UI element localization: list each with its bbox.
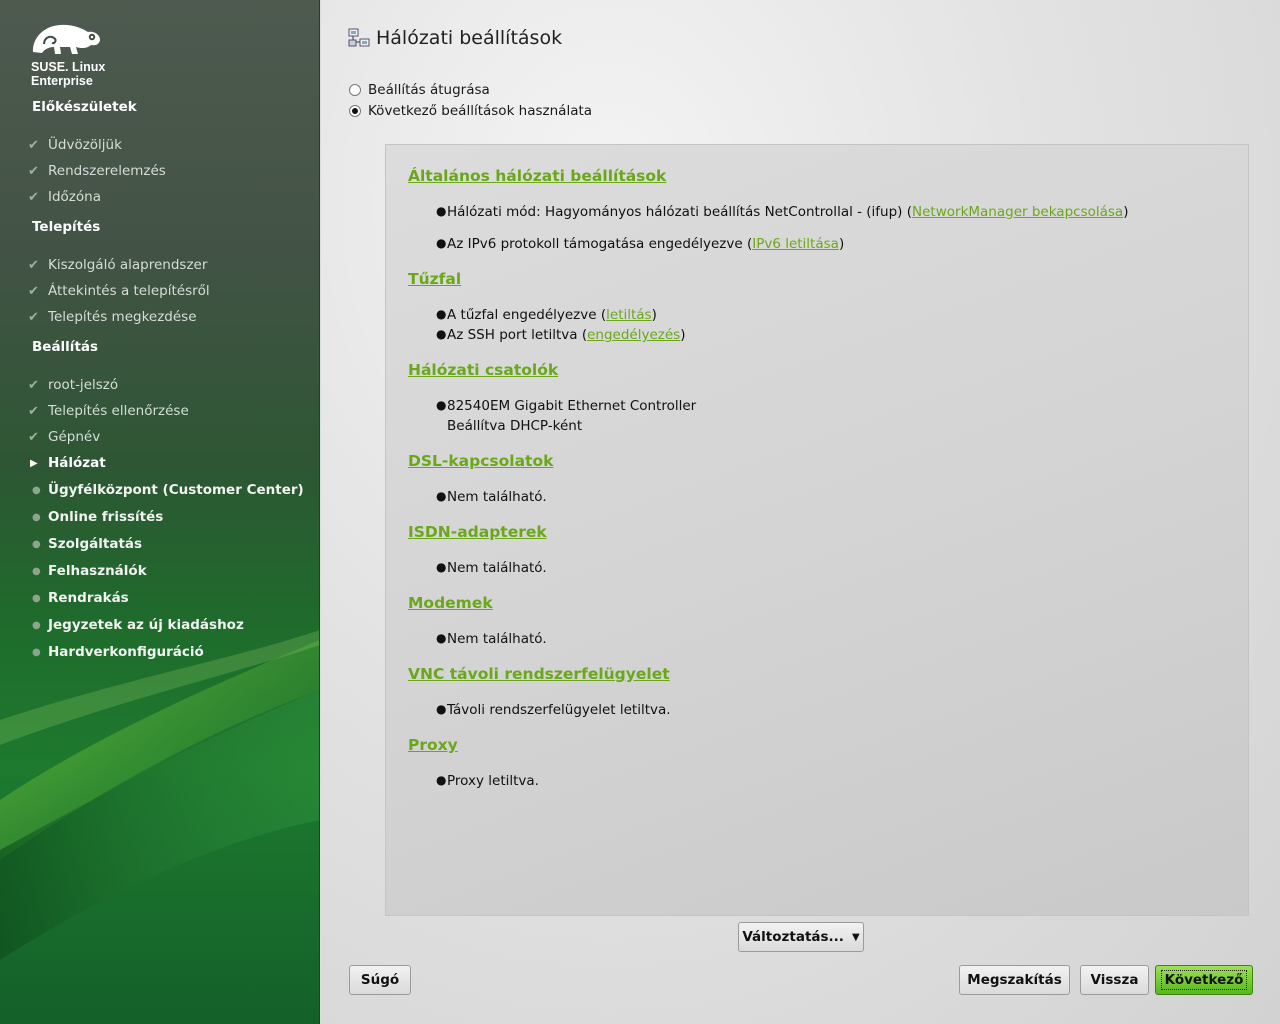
- small-dot-icon: ●: [32, 484, 41, 496]
- sidebar-step-system-analysis: ✔ Rendszerelemzés: [28, 163, 166, 179]
- radio-button-checked[interactable]: [349, 105, 361, 117]
- sidebar-step-hostname: ✔ Gépnév: [28, 429, 101, 445]
- bullet-icon: ●: [436, 489, 447, 503]
- checkmark-icon: ✔: [28, 163, 39, 179]
- sidebar-step-service: ● Szolgáltatás: [28, 534, 142, 554]
- section-isdn-link[interactable]: ISDN-adapterek: [408, 523, 547, 541]
- list-item-dsl: ● Nem található.: [436, 489, 547, 505]
- bullet-icon: ●: [436, 560, 447, 574]
- sidebar-step-check-installation: ✔ Telepítés ellenőrzése: [28, 403, 189, 419]
- sidebar-step-release-notes: ● Jegyzetek az új kiadáshoz: [28, 615, 244, 635]
- small-dot-icon: ●: [32, 511, 41, 523]
- section-proxy-link[interactable]: Proxy: [408, 736, 458, 754]
- list-item-modems: ● Nem található.: [436, 631, 547, 647]
- radio-use-configuration[interactable]: Következő beállítások használata: [349, 103, 592, 119]
- checkmark-icon: ✔: [28, 309, 39, 325]
- checkmark-icon: ✔: [28, 429, 39, 445]
- section-vnc-link[interactable]: VNC távoli rendszerfelügyelet: [408, 665, 670, 683]
- radio-skip-label: Beállítás átugrása: [368, 82, 490, 98]
- bullet-icon: ●: [436, 398, 447, 412]
- bullet-icon: ●: [436, 773, 447, 787]
- sidebar-step-online-update: ● Online frissítés: [28, 507, 163, 527]
- bullet-icon: ●: [436, 204, 447, 218]
- section-network-interfaces-link[interactable]: Hálózati csatolók: [408, 361, 558, 379]
- next-button[interactable]: Következő: [1155, 965, 1253, 995]
- chameleon-icon: [32, 24, 100, 54]
- sidebar-step-users: ● Felhasználók: [28, 561, 147, 581]
- sidebar-step-network: ▶ Hálózat: [30, 455, 106, 471]
- bullet-icon: ●: [436, 307, 447, 321]
- enable-networkmanager-link[interactable]: NetworkManager bekapcsolása: [912, 204, 1123, 220]
- sidebar-step-customer-center: ● Ügyfélközpont (Customer Center): [28, 480, 304, 500]
- dropdown-arrow-icon: ▼: [851, 931, 860, 943]
- small-dot-icon: ●: [32, 619, 41, 631]
- checkmark-icon: ✔: [28, 137, 39, 153]
- small-dot-icon: ●: [32, 538, 41, 550]
- enable-ssh-port-link[interactable]: engedélyezés: [587, 327, 680, 343]
- sidebar-step-hardware-config: ● Hardverkonfiguráció: [28, 642, 204, 662]
- disable-ipv6-link[interactable]: IPv6 letiltása: [752, 236, 839, 252]
- suse-logo-text: SUSE. Linux Enterprise: [31, 60, 106, 88]
- list-item-firewall-state: ● A tűzfal engedélyezve (letiltás): [436, 307, 657, 323]
- sidebar-step-welcome: ✔ Üdvözöljük: [28, 137, 122, 153]
- network-settings-icon: [348, 28, 370, 47]
- sidebar-section-configuration: Beállítás: [32, 339, 99, 355]
- checkmark-icon: ✔: [28, 377, 39, 393]
- small-dot-icon: ●: [32, 592, 41, 604]
- list-item-vnc: ● Távoli rendszerfelügyelet letiltva.: [436, 702, 671, 718]
- sidebar-step-start-installation: ✔ Telepítés megkezdése: [28, 309, 197, 325]
- bullet-icon: ●: [436, 236, 447, 250]
- section-general-network-link[interactable]: Általános hálózati beállítások: [408, 167, 666, 185]
- abort-button[interactable]: Megszakítás: [959, 965, 1070, 995]
- sidebar-section-installation: Telepítés: [32, 219, 101, 235]
- main-content: Hálózati beállítások Beállítás átugrása …: [321, 0, 1280, 1024]
- disable-firewall-link[interactable]: letiltás: [606, 307, 651, 323]
- section-firewall-link[interactable]: Tűzfal: [408, 270, 461, 288]
- checkmark-icon: ✔: [28, 403, 39, 419]
- sidebar: SUSE. Linux Enterprise Előkészületek ✔ Ü…: [0, 0, 320, 1024]
- checkmark-icon: ✔: [28, 257, 39, 273]
- radio-skip-configuration[interactable]: Beállítás átugrása: [349, 82, 490, 98]
- page-title: Hálózati beállítások: [376, 27, 563, 49]
- small-dot-icon: ●: [32, 565, 41, 577]
- list-item-ssh-port: ● Az SSH port letiltva (engedélyezés): [436, 327, 686, 343]
- small-dot-icon: ●: [32, 646, 41, 658]
- list-item-ethernet-controller: ● 82540EM Gigabit Ethernet Controller Be…: [436, 398, 697, 434]
- change-menu-button[interactable]: Változtatás... ▼: [738, 922, 864, 952]
- network-summary-panel: Általános hálózati beállítások ● Hálózat…: [385, 144, 1249, 916]
- sidebar-step-installation-overview: ✔ Áttekintés a telepítésről: [28, 283, 210, 299]
- checkmark-icon: ✔: [28, 189, 39, 205]
- sidebar-section-preparation: Előkészületek: [32, 99, 137, 115]
- bullet-icon: ●: [436, 327, 447, 341]
- back-button[interactable]: Vissza: [1080, 965, 1149, 995]
- sidebar-step-root-password: ✔ root-jelszó: [28, 377, 119, 393]
- sidebar-step-timezone: ✔ Időzóna: [28, 189, 101, 205]
- radio-use-label: Következő beállítások használata: [368, 103, 593, 119]
- section-dsl-link[interactable]: DSL-kapcsolatok: [408, 452, 553, 470]
- list-item-network-mode: ● Hálózati mód: Hagyományos hálózati beá…: [436, 204, 1129, 220]
- bullet-icon: ●: [436, 702, 447, 716]
- triangle-right-icon: ▶: [30, 457, 38, 469]
- page-header: Hálózati beállítások: [348, 27, 562, 49]
- sidebar-step-cleanup: ● Rendrakás: [28, 588, 129, 608]
- help-button[interactable]: Súgó: [349, 965, 411, 995]
- list-item-isdn: ● Nem található.: [436, 560, 547, 576]
- bullet-icon: ●: [436, 631, 447, 645]
- list-item-ipv6: ● Az IPv6 protokoll támogatása engedélye…: [436, 236, 845, 252]
- sidebar-step-server-base: ✔ Kiszolgáló alaprendszer: [28, 257, 208, 273]
- list-item-proxy: ● Proxy letiltva.: [436, 773, 539, 789]
- section-modems-link[interactable]: Modemek: [408, 594, 493, 612]
- checkmark-icon: ✔: [28, 283, 39, 299]
- radio-button-unchecked[interactable]: [349, 84, 361, 96]
